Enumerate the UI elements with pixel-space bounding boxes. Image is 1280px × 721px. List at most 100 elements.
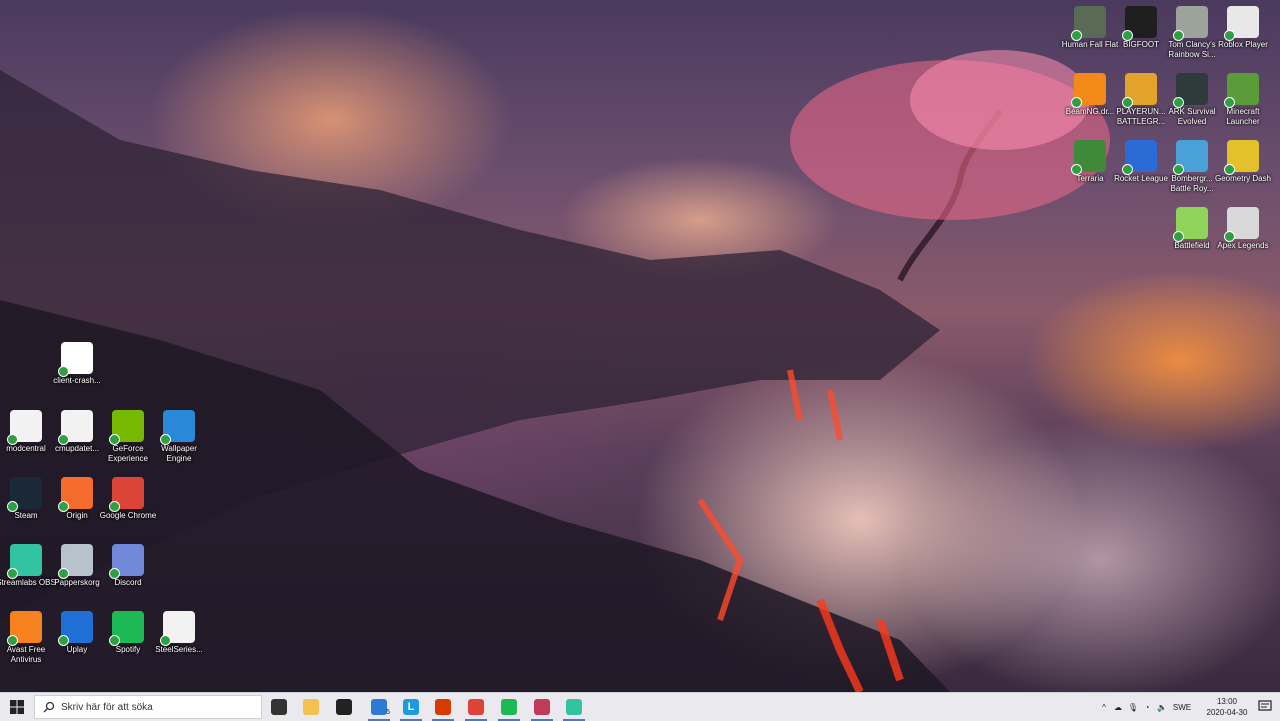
sync-check-icon <box>58 568 69 579</box>
streamlabs-icon <box>566 699 582 715</box>
office-button[interactable] <box>428 695 458 721</box>
origin-icon <box>58 477 93 512</box>
mail-badge: 5 <box>386 709 390 716</box>
desktop-icon-label: Minecraft Launcher <box>1226 107 1260 126</box>
task-view-icon <box>271 699 287 715</box>
microphone-icon[interactable]: 🎙 <box>1126 703 1140 712</box>
apex-icon <box>1224 207 1259 242</box>
sync-check-icon <box>1173 231 1184 242</box>
desktop-icon-steelseries[interactable]: SteelSeries... <box>149 611 209 655</box>
clock-date: 2020-04-30 <box>1206 708 1248 717</box>
l-app-button[interactable]: L <box>396 695 426 721</box>
search-icon <box>43 701 55 713</box>
pubg-icon <box>1122 73 1157 108</box>
task-view-button[interactable] <box>264 695 294 719</box>
uplay-icon <box>58 611 93 646</box>
ark-icon <box>1173 73 1208 108</box>
desktop-icon-chrome[interactable]: Google Chrome <box>98 477 158 521</box>
language-indicator[interactable]: SWE <box>1170 703 1194 712</box>
beamng-icon <box>1071 73 1106 108</box>
recorder-icon <box>534 699 550 715</box>
volume-icon[interactable]: 🔈 <box>1154 703 1170 712</box>
steelseries-icon <box>160 611 195 646</box>
chrome-icon <box>468 699 484 715</box>
sync-check-icon <box>160 635 171 646</box>
desktop-icon-geometry-dash[interactable]: Geometry Dash <box>1213 140 1273 184</box>
roblox-icon <box>1224 6 1259 41</box>
bigfoot-icon <box>1122 6 1157 41</box>
streamlabs-icon <box>7 544 42 579</box>
battlefield-icon <box>1173 207 1208 242</box>
chrome-button[interactable] <box>461 695 491 721</box>
desktop-icon-file[interactable]: client-crash... <box>47 342 107 386</box>
geforce-icon <box>109 410 144 445</box>
wallpaper-engine-icon <box>160 410 195 445</box>
desktop-icon-discord[interactable]: Discord <box>98 544 158 588</box>
steam-icon <box>7 477 42 512</box>
desktop-icon-label: Geometry Dash <box>1214 174 1272 183</box>
sync-check-icon <box>7 501 18 512</box>
windows-logo-icon <box>10 700 24 714</box>
onedrive-icon[interactable]: ☁ <box>1110 703 1126 712</box>
l-icon: L <box>403 699 419 715</box>
recycle-bin-icon <box>58 544 93 579</box>
desktop-icon-label: Apex Legends <box>1217 241 1269 250</box>
desktop-icon-roblox[interactable]: Roblox Player <box>1213 6 1273 50</box>
spotify-icon <box>109 611 144 646</box>
rocket-league-icon <box>1122 140 1157 175</box>
sync-check-icon <box>1122 97 1133 108</box>
store-button[interactable] <box>329 695 359 719</box>
mail-icon <box>371 699 387 715</box>
network-icon[interactable]: ◔ <box>1140 703 1154 712</box>
sync-check-icon <box>58 434 69 445</box>
store-icon <box>336 699 352 715</box>
sync-check-icon <box>1071 30 1082 41</box>
taskbar-search-box[interactable]: Skriv här för att söka <box>34 695 262 719</box>
sync-check-icon <box>1224 97 1235 108</box>
sync-check-icon <box>109 635 120 646</box>
desktop-icon-label: SteelSeries... <box>155 645 203 654</box>
start-button[interactable] <box>0 693 34 721</box>
taskbar-clock[interactable]: 13:00 2020-04-30 <box>1202 696 1252 718</box>
discord-icon <box>109 544 144 579</box>
sync-check-icon <box>1224 164 1235 175</box>
tray-overflow-chevron-icon[interactable]: ^ <box>1098 703 1110 712</box>
mail-button[interactable]: 5 <box>364 695 394 721</box>
streamlabs-button[interactable] <box>559 695 589 721</box>
system-tray: ^ ☁ 🎙 ◔ 🔈 SWE <box>1098 693 1194 721</box>
desktop-icon-wallpaper-engine[interactable]: Wallpaper Engine <box>149 410 209 464</box>
sync-check-icon <box>1224 231 1235 242</box>
sync-check-icon <box>1224 30 1235 41</box>
human-fall-flat-icon <box>1071 6 1106 41</box>
bombergrounds-icon <box>1173 140 1208 175</box>
sync-check-icon <box>7 635 18 646</box>
office-icon <box>435 699 451 715</box>
sync-check-icon <box>1071 164 1082 175</box>
desktop-icon-apex[interactable]: Apex Legends <box>1213 207 1273 251</box>
sync-check-icon <box>58 366 69 377</box>
desktop-icon-label: Discord <box>114 578 142 587</box>
sync-check-icon <box>109 434 120 445</box>
taskbar: Skriv här för att söka 5L ^ ☁ 🎙 ◔ 🔈 SWE … <box>0 692 1280 721</box>
desktop-icon-minecraft[interactable]: Minecraft Launcher <box>1213 73 1273 127</box>
desktop-icon-label: client-crash... <box>53 376 101 385</box>
chrome-icon <box>109 477 144 512</box>
cmupdater-icon <box>58 410 93 445</box>
search-placeholder: Skriv här för att söka <box>61 701 153 713</box>
file-icon <box>58 342 93 377</box>
desktop-icon-label: Google Chrome <box>99 511 157 520</box>
desktop-icon-label: Wallpaper Engine <box>161 444 197 463</box>
sync-check-icon <box>58 501 69 512</box>
file-explorer-button[interactable] <box>296 695 326 719</box>
sync-check-icon <box>1071 97 1082 108</box>
sync-check-icon <box>109 501 120 512</box>
sync-check-icon <box>1122 30 1133 41</box>
notification-center-button[interactable] <box>1258 699 1272 713</box>
spotify-button[interactable] <box>494 695 524 721</box>
rainbow-six-icon <box>1173 6 1208 41</box>
recorder-button[interactable] <box>527 695 557 721</box>
sync-check-icon <box>7 434 18 445</box>
modcentral-icon <box>7 410 42 445</box>
sync-check-icon <box>1122 164 1133 175</box>
sync-check-icon <box>58 635 69 646</box>
